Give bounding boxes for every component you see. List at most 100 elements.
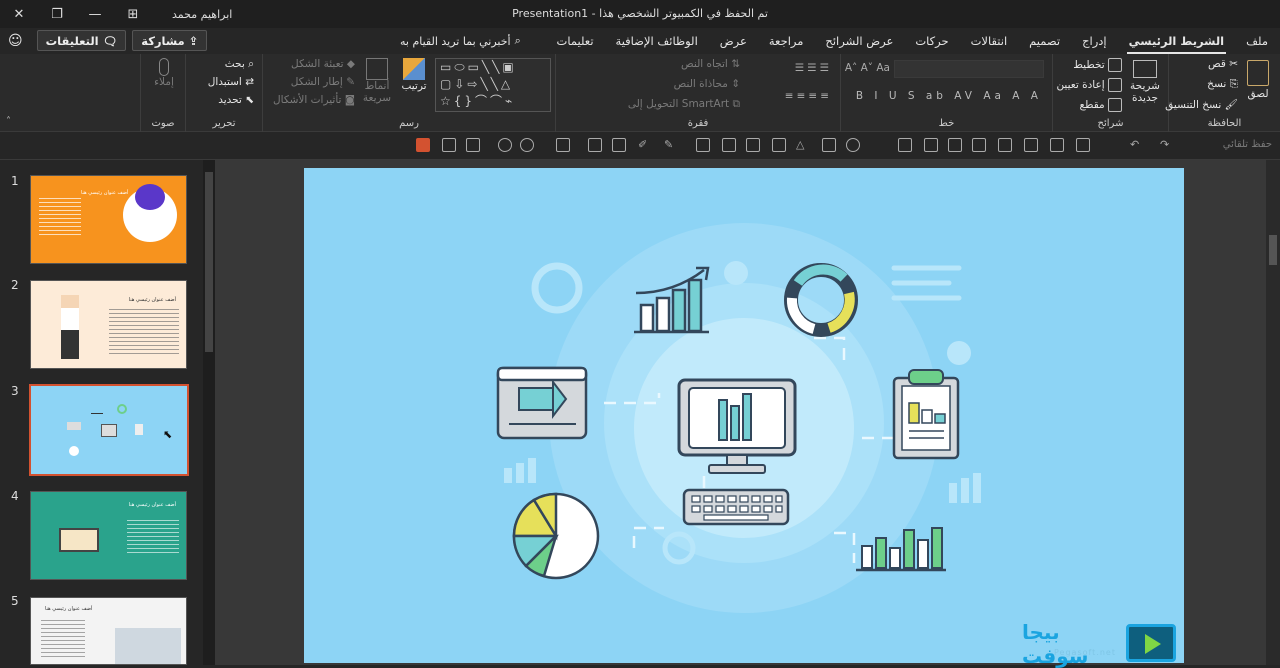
quick-toolbar: حفظ تلقائي ↷ ↶ △ ✎ ✐ <box>0 132 1280 160</box>
tab-insert[interactable]: إدراج <box>1080 28 1109 54</box>
smartart-button[interactable]: التحويل إلى SmartArt ⧉ <box>628 98 740 111</box>
user-name[interactable]: ابراهيم محمد <box>172 8 232 21</box>
editor-scrollbar[interactable] <box>1266 160 1280 665</box>
autosave-toggle[interactable]: حفظ تلقائي <box>1223 139 1272 150</box>
tool-icon-17[interactable] <box>498 138 512 152</box>
reset-button[interactable]: إعادة تعيين <box>1056 78 1122 92</box>
align-text-button[interactable]: محاذاة النص ⇕ <box>674 78 740 90</box>
quick-styles-button[interactable]: أنماط سريعة <box>359 58 395 104</box>
text-direction-button[interactable]: اتجاه النص ⇅ <box>681 58 740 70</box>
slide-thumbnail-3[interactable]: ⬉ <box>29 384 189 476</box>
layout-button[interactable]: تخطيط <box>1073 58 1122 72</box>
shape-fill-button[interactable]: تعبئة الشكل ◆ <box>291 58 355 70</box>
paragraph-group: اتجاه النص ⇅ محاذاة النص ⇕ التحويل إلى S… <box>555 54 840 132</box>
current-slide[interactable] <box>304 168 1184 663</box>
thumb-3-clipboard <box>135 424 143 435</box>
shapes-gallery[interactable]: ▭⬭▭╲╲▣ ▢⇩⇨╲╲△ ☆{}⌒⌒⌁ <box>435 58 551 112</box>
tab-home[interactable]: الشريط الرئيسي <box>1126 28 1227 54</box>
shape-effects-button[interactable]: تأثيرات الأشكال ◙ <box>273 94 355 106</box>
slide-panel-scrollbar[interactable] <box>203 160 215 665</box>
thumb-2-figure <box>61 295 79 359</box>
new-slide-button[interactable]: شريحة جديدة <box>1128 60 1162 104</box>
tab-design[interactable]: تصميم <box>1027 28 1062 54</box>
section-button[interactable]: مقطع <box>1080 98 1122 112</box>
format-painter-button[interactable]: نسخ التنسيق 🖌 <box>1165 98 1238 111</box>
tool-icon-9[interactable] <box>772 138 786 152</box>
redo-icon[interactable]: ↷ <box>1160 138 1174 152</box>
rectangle-tool-icon[interactable] <box>822 138 836 152</box>
tab-review[interactable]: مراجعة <box>767 28 806 54</box>
tab-transitions[interactable]: انتقالات <box>969 28 1010 54</box>
clipboard-group: لصق قص ✂ نسخ ⎘ نسخ التنسيق 🖌 الحافظة <box>1165 54 1280 132</box>
triangle-tool-icon[interactable]: △ <box>796 138 810 152</box>
section-label: مقطع <box>1079 99 1105 111</box>
list-icons[interactable]: ☰☰☰ <box>795 62 832 74</box>
tell-me-search[interactable]: أخبرني بما تريد القيام به ⌕ <box>400 34 521 48</box>
ellipse-tool-icon[interactable] <box>846 138 860 152</box>
slide-thumbnail-4[interactable]: أضف عنوان رئيسي هنا <box>30 491 187 580</box>
tab-addins[interactable]: الوظائف الإضافية <box>614 28 700 54</box>
find-icon: ⌕ <box>248 58 254 70</box>
slide-thumbnail-1[interactable]: أضف عنوان رئيسي هنا <box>30 175 187 264</box>
arrange-button[interactable]: ترتيب <box>399 58 429 92</box>
tool-icon-6[interactable] <box>948 138 962 152</box>
tool-icon-13[interactable] <box>612 138 626 152</box>
keyboard-icon <box>682 488 790 526</box>
share-button[interactable]: مشاركة ⇪ <box>132 30 208 51</box>
slide-thumbnail-2[interactable]: أضف عنوان رئيسي هنا <box>30 280 187 369</box>
collapse-ribbon-icon[interactable]: ˄ <box>6 116 11 127</box>
restore-icon[interactable]: ❐ <box>38 0 76 28</box>
tool-icon-12[interactable] <box>696 138 710 152</box>
tool-icon-8[interactable] <box>898 138 912 152</box>
editor-scroll-thumb[interactable] <box>1269 235 1277 265</box>
copy-button[interactable]: نسخ ⎘ <box>1207 78 1238 91</box>
tool-icon-7[interactable] <box>924 138 938 152</box>
tool-icon-11[interactable] <box>722 138 736 152</box>
align-icons[interactable]: ≡≡≡≡ <box>785 90 832 102</box>
tab-help[interactable]: تعليمات <box>555 28 596 54</box>
slide-panel-scroll-thumb[interactable] <box>205 172 213 352</box>
tool-icon-14[interactable] <box>588 138 602 152</box>
cut-button[interactable]: قص ✂ <box>1208 58 1238 70</box>
close-icon[interactable]: ✕ <box>0 0 38 28</box>
dictate-button[interactable]: إملاء <box>151 58 177 88</box>
select-button[interactable]: تحديد ⬉ <box>218 94 254 106</box>
tab-slideshow[interactable]: عرض الشرائح <box>823 28 895 54</box>
format-painter-label: نسخ التنسيق <box>1165 99 1222 111</box>
tab-view[interactable]: عرض <box>718 28 749 54</box>
smiley-icon[interactable]: ☺ <box>8 33 23 49</box>
share-label: مشاركة <box>141 33 185 48</box>
office-icon[interactable] <box>416 138 430 152</box>
minimize-icon[interactable]: — <box>76 0 114 28</box>
tool-icon-19[interactable] <box>442 138 456 152</box>
tool-icon-5[interactable] <box>972 138 986 152</box>
eyedropper-icon[interactable]: ✐ <box>638 138 652 152</box>
tool-icon-3[interactable] <box>1024 138 1038 152</box>
paste-button[interactable]: لصق <box>1244 60 1272 100</box>
font-grow-icons[interactable]: A˄ A˅ Aa <box>845 62 890 74</box>
pen-tool-icon[interactable]: ✎ <box>664 138 678 152</box>
font-name-box[interactable] <box>894 60 1044 78</box>
comments-button[interactable]: التعليقات 🗨 <box>36 30 127 51</box>
tool-icon-1[interactable] <box>1076 138 1090 152</box>
faint-pie-top <box>724 261 748 285</box>
tab-animations[interactable]: حركات <box>913 28 950 54</box>
shape-outline-button[interactable]: إطار الشكل ✎ <box>291 76 355 88</box>
tab-file[interactable]: ملف <box>1244 28 1270 54</box>
slide-number-5: 5 <box>11 594 19 608</box>
select-label: تحديد <box>218 94 242 106</box>
font-format-row[interactable]: B I U S ab AV Aa A A <box>856 90 1042 102</box>
slide-thumbnail-5[interactable]: أضف عنوان رئيسي هنا <box>30 597 187 665</box>
tool-icon-16[interactable] <box>520 138 534 152</box>
infographic-illustration <box>496 223 981 613</box>
thumb-4-title: أضف عنوان رئيسي هنا <box>128 502 176 508</box>
ribbon-display-icon[interactable]: ⊞ <box>114 0 152 28</box>
find-button[interactable]: بحث ⌕ <box>225 58 254 71</box>
tool-icon-15[interactable] <box>556 138 570 152</box>
tool-icon-4[interactable] <box>998 138 1012 152</box>
undo-icon[interactable]: ↶ <box>1130 138 1144 152</box>
tool-icon-18[interactable] <box>466 138 480 152</box>
tool-icon-2[interactable] <box>1050 138 1064 152</box>
replace-button[interactable]: استبدال ⇄ <box>208 76 254 88</box>
tool-icon-10[interactable] <box>746 138 760 152</box>
